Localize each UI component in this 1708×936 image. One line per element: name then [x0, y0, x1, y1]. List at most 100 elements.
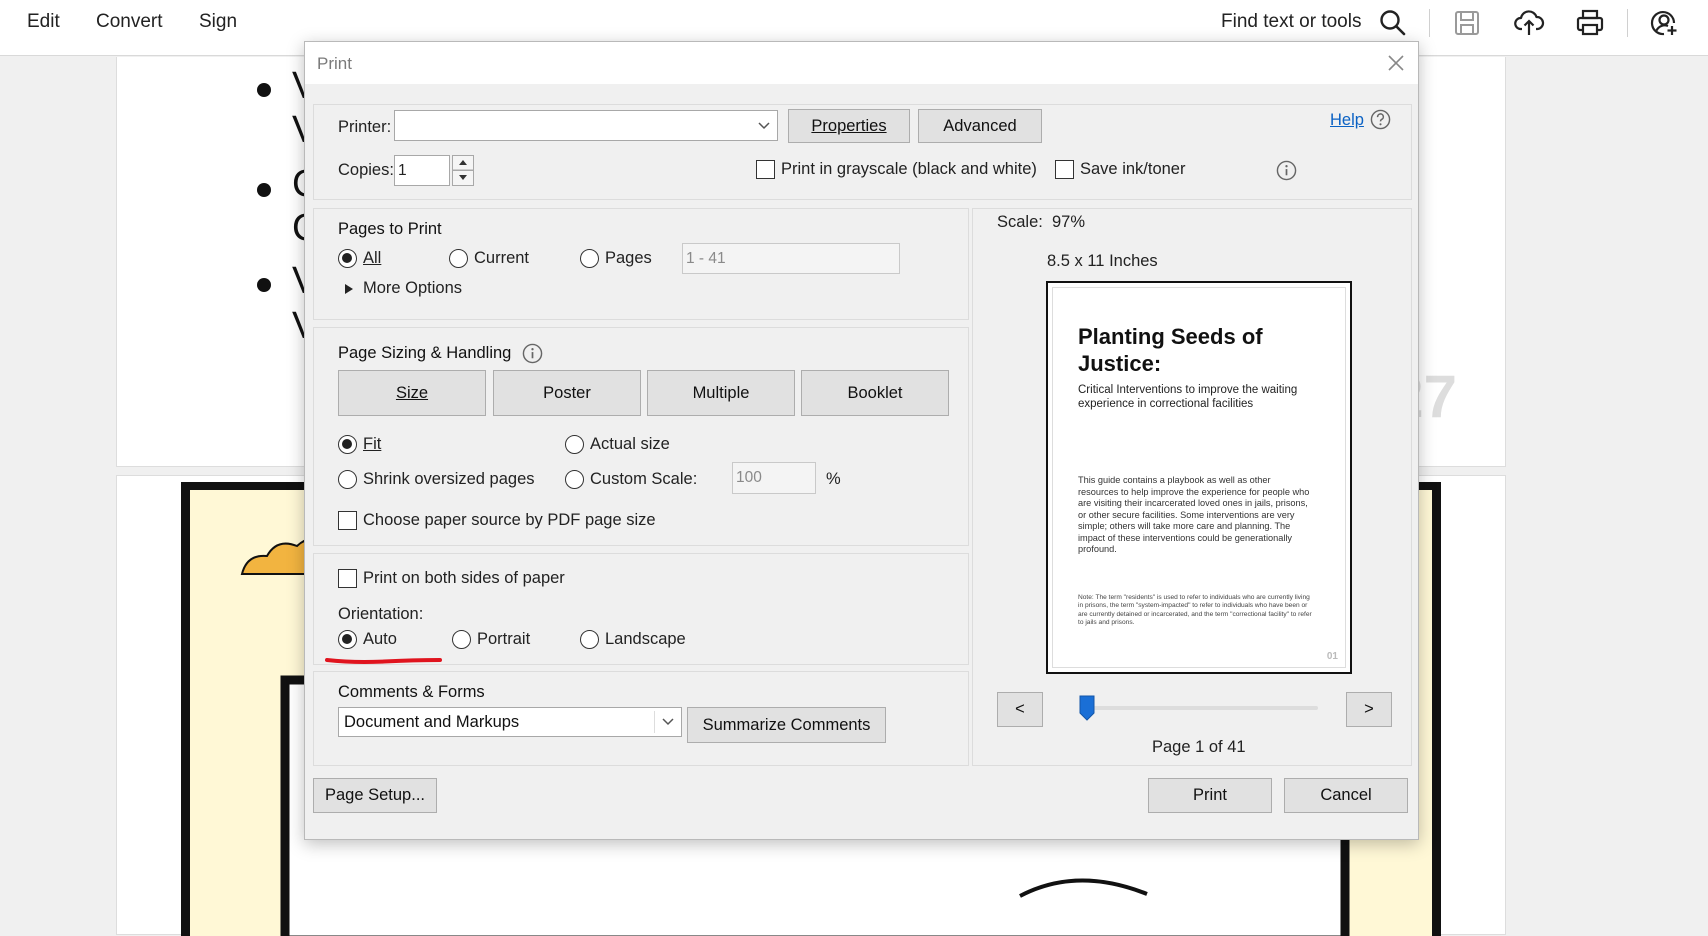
pages-range-radio[interactable] — [580, 249, 599, 268]
bullet — [257, 278, 271, 292]
pages-all-label: All — [363, 249, 382, 267]
copies-input[interactable]: 1 — [394, 155, 450, 186]
both-sides-label: Print on both sides of paper — [363, 569, 565, 587]
printer-label: Printer: — [338, 118, 392, 136]
preview-title: Planting Seeds of Justice: — [1078, 324, 1263, 376]
copies-stepper[interactable] — [452, 155, 474, 186]
page-slider-track[interactable] — [1080, 706, 1318, 710]
orientation-landscape-label: Landscape — [605, 630, 686, 648]
toolbar-divider — [1627, 9, 1628, 37]
properties-button[interactable]: Properties — [788, 109, 910, 143]
dialog-title: Print — [317, 54, 352, 73]
comments-forms-select[interactable]: Document and Markups — [338, 707, 682, 737]
print-icon[interactable] — [1574, 7, 1606, 39]
custom-scale-radio[interactable] — [565, 470, 584, 489]
shrink-oversized-radio[interactable] — [338, 470, 357, 489]
orientation-label: Orientation: — [338, 605, 424, 623]
grayscale-label: Print in grayscale (black and white) — [781, 160, 1037, 178]
account-icon[interactable] — [1648, 7, 1680, 39]
orientation-landscape-radio[interactable] — [580, 630, 599, 649]
dialog-titlebar: Print — [305, 42, 1418, 84]
tab-poster-label: Poster — [543, 383, 591, 402]
cancel-button[interactable]: Cancel — [1284, 778, 1408, 813]
find-text-or-tools[interactable]: Find text or tools — [1221, 11, 1361, 33]
help-link[interactable]: Help — [1330, 111, 1364, 130]
bullet — [257, 83, 271, 97]
fit-label: Fit — [363, 435, 382, 453]
print-dialog: Print Printer: Properties Advanced Help … — [304, 41, 1419, 840]
close-icon[interactable] — [1384, 51, 1408, 75]
orientation-portrait-radio[interactable] — [452, 630, 471, 649]
prev-page-label: < — [1015, 700, 1025, 718]
advanced-button-label: Advanced — [943, 116, 1017, 135]
chevron-down-icon — [758, 121, 770, 129]
orientation-auto-radio[interactable] — [338, 630, 357, 649]
pages-range-label: Pages — [605, 249, 652, 267]
tab-poster[interactable]: Poster — [493, 370, 641, 416]
percent-label: % — [826, 470, 841, 488]
orientation-auto-label: Auto — [363, 630, 397, 648]
save-icon[interactable] — [1451, 7, 1483, 39]
custom-scale-input[interactable]: 100 — [732, 462, 816, 494]
orientation-panel: Print on both sides of paper Orientation… — [313, 553, 969, 665]
preview-note: Note: The term "residents" is used to re… — [1078, 594, 1312, 626]
tab-size[interactable]: Size — [338, 370, 486, 416]
toolbar-divider — [1429, 9, 1430, 37]
prev-page-button[interactable]: < — [997, 692, 1043, 727]
help-question-icon[interactable] — [1370, 109, 1391, 130]
menu-convert[interactable]: Convert — [96, 11, 163, 33]
more-options-toggle[interactable]: More Options — [363, 279, 462, 298]
page-setup-button[interactable]: Page Setup... — [313, 778, 437, 813]
bullet — [257, 183, 271, 197]
pages-to-print-title: Pages to Print — [338, 220, 442, 238]
summarize-comments-button[interactable]: Summarize Comments — [687, 707, 886, 743]
print-button-label: Print — [1193, 786, 1227, 804]
tab-size-label: Size — [395, 383, 429, 402]
actual-size-label: Actual size — [590, 435, 670, 453]
pages-range-input[interactable]: 1 - 41 — [682, 243, 900, 274]
orientation-portrait-label: Portrait — [477, 630, 531, 648]
pages-to-print-panel: Pages to Print All Current Pages 1 - 41 … — [313, 208, 969, 320]
info-icon[interactable] — [1276, 160, 1297, 181]
upload-cloud-icon[interactable] — [1513, 7, 1545, 39]
advanced-button[interactable]: Advanced — [918, 109, 1042, 143]
info-icon[interactable] — [522, 343, 543, 364]
comments-forms-panel: Comments & Forms Document and Markups Su… — [313, 671, 969, 766]
grayscale-checkbox[interactable] — [756, 160, 775, 179]
preview-page-number: 01 — [1326, 651, 1338, 662]
page-setup-label: Page Setup... — [325, 786, 425, 804]
properties-button-label: Properties — [811, 116, 887, 135]
preview-body: This guide contains a playbook as well a… — [1078, 475, 1310, 554]
preview-page: Planting Seeds of Justice: Critical Inte… — [1046, 281, 1352, 674]
tab-multiple[interactable]: Multiple — [647, 370, 795, 416]
printer-panel: Printer: Properties Advanced Help Copies… — [313, 104, 1412, 200]
fit-radio[interactable] — [338, 435, 357, 454]
page-sizing-panel: Page Sizing & Handling Size Poster Multi… — [313, 327, 969, 546]
pages-all-radio[interactable] — [338, 249, 357, 268]
menu-sign[interactable]: Sign — [199, 11, 237, 33]
actual-size-radio[interactable] — [565, 435, 584, 454]
paper-source-label: Choose paper source by PDF page size — [363, 511, 656, 529]
chevron-down-icon — [662, 718, 674, 726]
scale-label: Scale: — [997, 213, 1043, 231]
paper-size-label: 8.5 x 11 Inches — [1047, 252, 1158, 270]
both-sides-checkbox[interactable] — [338, 569, 357, 588]
copies-label: Copies: — [338, 161, 394, 179]
next-page-label: > — [1364, 700, 1374, 718]
tab-multiple-label: Multiple — [692, 383, 750, 402]
summarize-comments-label: Summarize Comments — [702, 715, 871, 734]
expand-triangle-icon[interactable] — [344, 283, 354, 295]
search-icon[interactable] — [1377, 7, 1409, 39]
red-annotation-underline — [325, 658, 442, 664]
save-ink-checkbox[interactable] — [1055, 160, 1074, 179]
next-page-button[interactable]: > — [1346, 692, 1392, 727]
pages-current-radio[interactable] — [449, 249, 468, 268]
print-button[interactable]: Print — [1148, 778, 1272, 813]
comments-forms-value: Document and Markups — [344, 712, 520, 731]
shrink-oversized-label: Shrink oversized pages — [363, 470, 535, 488]
paper-source-checkbox[interactable] — [338, 511, 357, 530]
printer-select[interactable] — [394, 110, 778, 141]
tab-booklet[interactable]: Booklet — [801, 370, 949, 416]
page-slider-thumb[interactable] — [1079, 695, 1095, 721]
menu-edit[interactable]: Edit — [27, 11, 60, 33]
